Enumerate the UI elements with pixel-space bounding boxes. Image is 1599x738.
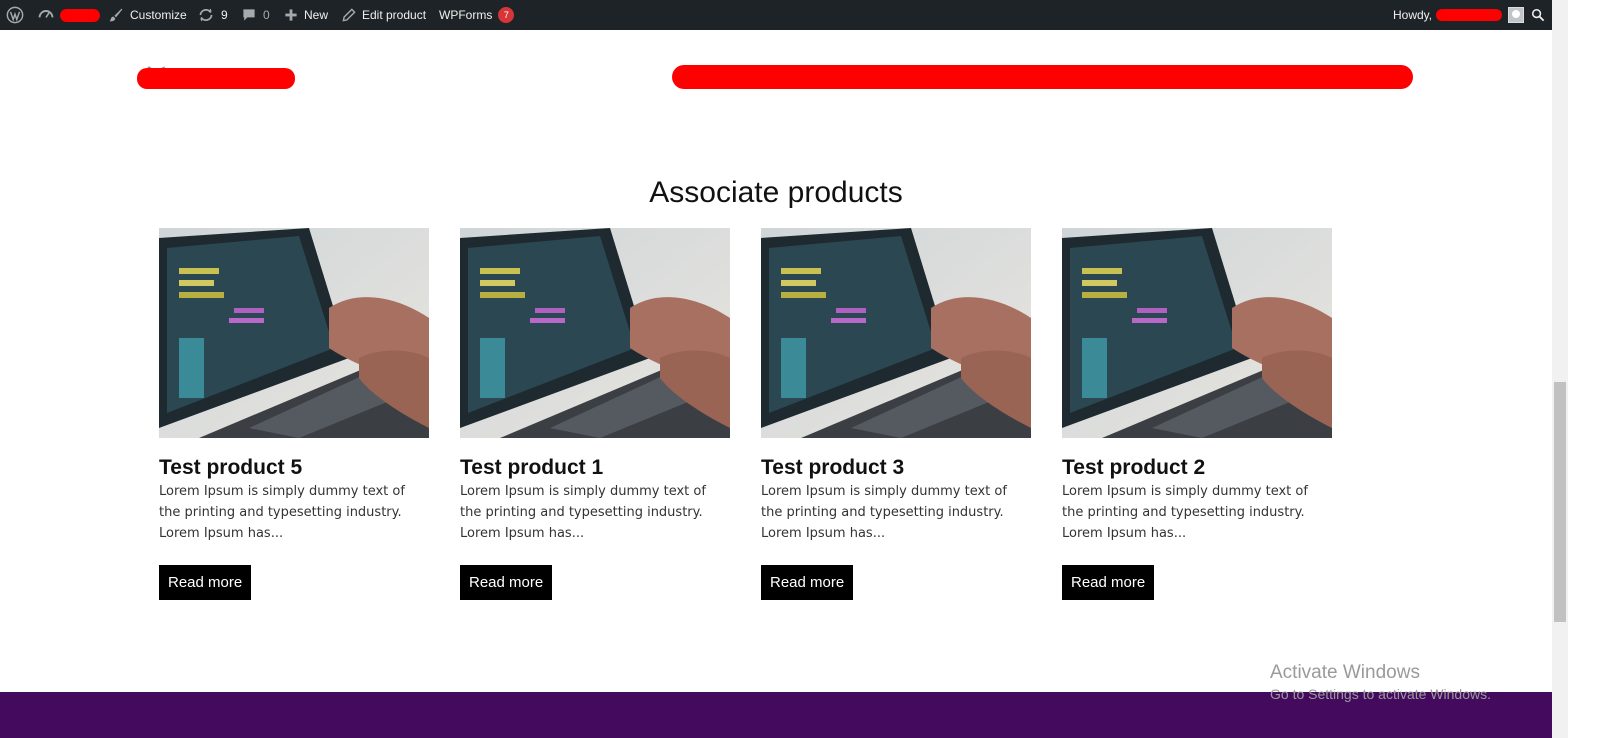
new-content-menu[interactable]: New [284,0,328,30]
product-excerpt: Lorem Ipsum is simply dummy text of the … [460,484,706,541]
wpforms-label: WPForms [439,8,493,22]
product-image[interactable] [460,228,730,438]
product-card: Test product 3 Lorem Ipsum is simply dum… [761,228,1031,600]
product-title[interactable]: Test product 2 [1062,455,1332,481]
wordpress-icon [6,6,24,24]
redacted-site-name [60,8,100,22]
search-icon [1531,8,1545,22]
comments-count: 0 [263,8,270,22]
redacted-username [1436,9,1503,21]
search-button[interactable] [1531,0,1545,30]
product-excerpt: Lorem Ipsum is simply dummy text of the … [1062,484,1308,541]
customize-menu[interactable]: Customize [108,0,187,30]
scrollbar-thumb[interactable] [1554,382,1566,622]
site-name-menu[interactable] [38,0,100,30]
pencil-icon [342,8,356,22]
product-excerpt: Lorem Ipsum is simply dummy text of the … [761,484,1007,541]
avatar [1508,7,1525,23]
brush-icon [108,7,124,23]
product-image[interactable] [761,228,1031,438]
edit-product-label: Edit product [362,8,427,22]
read-more-button[interactable]: Read more [159,565,252,600]
product-title[interactable]: Test product 1 [460,455,730,481]
comment-icon [241,7,257,23]
product-title[interactable]: Test product 3 [761,455,1031,481]
read-more-button[interactable]: Read more [1062,565,1155,600]
watermark-title: Activate Windows [1270,662,1420,683]
window-edge [1568,0,1599,738]
wpforms-notification-badge: 7 [498,7,515,23]
customize-label: Customize [130,8,187,22]
howdy-label: Howdy, [1393,8,1433,22]
product-excerpt: Lorem Ipsum is simply dummy text of the … [159,484,405,541]
admin-bar: Customize 9 0 New Edit product WPForms 7… [0,0,1568,30]
account-menu[interactable]: Howdy, [1393,0,1525,30]
product-card: Test product 2 Lorem Ipsum is simply dum… [1062,228,1332,600]
read-more-button[interactable]: Read more [460,565,553,600]
product-title[interactable]: Test product 5 [159,455,429,481]
comments-menu[interactable]: 0 [241,0,270,30]
activation-watermark: Activate Windows Go to Settings to activ… [1270,662,1491,704]
wordpress-logo-button[interactable] [6,0,24,30]
product-image[interactable] [159,228,429,438]
wpforms-menu[interactable]: WPForms 7 [439,0,515,30]
read-more-button[interactable]: Read more [761,565,854,600]
watermark-subtitle: Go to Settings to activate Windows. [1270,686,1491,702]
product-card: Test product 5 Lorem Ipsum is simply dum… [159,228,429,600]
updates-menu[interactable]: 9 [197,0,228,30]
new-label: New [304,8,329,22]
redacted-header-logo [137,68,295,89]
product-card: Test product 1 Lorem Ipsum is simply dum… [460,228,730,600]
updates-icon [197,7,215,23]
product-image[interactable] [1062,228,1332,438]
plus-icon [284,8,298,22]
edit-product-link[interactable]: Edit product [342,0,426,30]
redacted-header-navigation [672,65,1413,89]
updates-count: 9 [221,8,228,22]
scrollbar-track[interactable] [1552,0,1568,738]
section-title: Associate products [649,176,903,209]
dashboard-icon [38,7,54,23]
